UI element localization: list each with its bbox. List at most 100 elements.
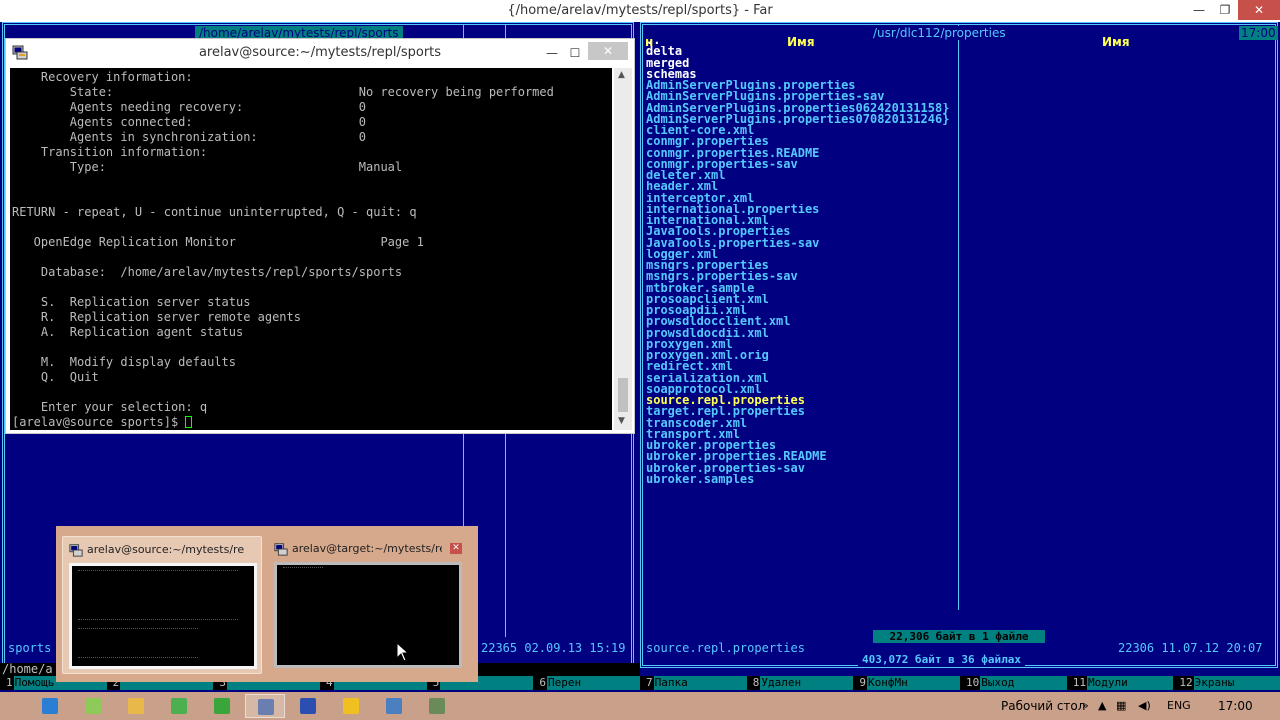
file-item[interactable]: transport.xml xyxy=(646,429,966,440)
file-item[interactable]: international.properties xyxy=(646,204,966,215)
file-item[interactable]: deleter.xml xyxy=(646,170,966,181)
maximize-button[interactable]: ❐ xyxy=(1212,0,1238,20)
terminal-line: RETURN - repeat, U - continue uninterrup… xyxy=(12,205,417,219)
file-item[interactable]: JavaTools.properties xyxy=(646,226,966,237)
file-item[interactable]: source.repl.properties xyxy=(646,395,966,406)
file-item[interactable]: target.repl.properties xyxy=(646,406,966,417)
language-indicator[interactable]: ENG xyxy=(1167,699,1191,712)
thumbnail-target[interactable]: arelav@target:~/mytests/re... ✕ xyxy=(268,536,468,674)
far-titlebar[interactable]: {/home/arelav/mytests/repl/sports} - Far… xyxy=(0,0,1280,22)
file-item[interactable]: msngrs.properties-sav xyxy=(646,271,966,282)
scroll-down-icon[interactable]: ▼ xyxy=(618,416,625,426)
putty-scrollbar[interactable]: ▲ ▼ xyxy=(614,68,632,430)
thumbnail-preview xyxy=(69,563,257,669)
file-item[interactable]: proxygen.xml xyxy=(646,339,966,350)
taskbar-green-app-button[interactable] xyxy=(202,694,242,718)
file-item[interactable]: client-core.xml xyxy=(646,125,966,136)
putty-close-button[interactable]: ✕ xyxy=(588,42,628,60)
folder-item[interactable]: delta xyxy=(646,46,966,57)
taskbar-outlook-button[interactable] xyxy=(331,694,371,718)
file-item[interactable]: conmgr.properties-sav xyxy=(646,159,966,170)
file-item[interactable]: prowsdldocdii.xml xyxy=(646,328,966,339)
fkey-9[interactable]: 9 КонфМн xyxy=(853,676,961,690)
desktop-toolbar-label[interactable]: Рабочий стол xyxy=(1001,699,1085,713)
file-item[interactable]: soapprotocol.xml xyxy=(646,384,966,395)
mouse-cursor-icon xyxy=(396,642,410,662)
fkey-label: Удален xyxy=(760,676,854,690)
tray-up-icon[interactable]: ▲ xyxy=(1098,699,1106,712)
file-item[interactable]: conmgr.properties.README xyxy=(646,148,966,159)
putty-minimize-button[interactable]: — xyxy=(541,43,563,63)
taskbar-clock[interactable]: 17:00 xyxy=(1218,699,1253,713)
taskbar-chrome-button[interactable] xyxy=(159,694,199,718)
file-item[interactable]: ubroker.properties.README xyxy=(646,451,966,462)
terminal-prompt: [arelav@source sports]$ xyxy=(12,415,186,429)
fkey-10[interactable]: 10 Выход xyxy=(960,676,1067,690)
fkey-number: 1 xyxy=(6,676,13,689)
file-item[interactable]: AdminServerPlugins.properties06242013115… xyxy=(646,103,966,114)
right-status-info: 22306 11.07.12 20:07 xyxy=(1118,641,1263,655)
file-item[interactable]: redirect.xml xyxy=(646,361,966,372)
file-item[interactable]: conmgr.properties xyxy=(646,136,966,147)
file-item[interactable]: prowsdldocclient.xml xyxy=(646,316,966,327)
close-button[interactable]: ✕ xyxy=(1238,0,1280,20)
file-item[interactable]: ubroker.samples xyxy=(646,474,966,485)
file-item[interactable]: msngrs.properties xyxy=(646,260,966,271)
file-item[interactable]: AdminServerPlugins.properties07082013124… xyxy=(646,114,966,125)
volume-icon[interactable]: ◀) xyxy=(1138,699,1151,712)
putty-maximize-button[interactable]: ☐ xyxy=(564,43,586,63)
fkey-11[interactable]: 11 Модули xyxy=(1067,676,1174,690)
file-item[interactable]: prosoapclient.xml xyxy=(646,294,966,305)
taskbar-putty-button[interactable] xyxy=(245,694,285,718)
taskbar-network-button[interactable] xyxy=(417,694,457,718)
file-item[interactable]: transcoder.xml xyxy=(646,418,966,429)
file-item[interactable]: header.xml xyxy=(646,181,966,192)
taskbar-virtualbox-button[interactable] xyxy=(374,694,414,718)
folder-item[interactable]: .. xyxy=(646,35,966,46)
file-item[interactable]: mtbroker.sample xyxy=(646,283,966,294)
preview-text-block-2 xyxy=(78,628,198,658)
taskbar-ie-button[interactable] xyxy=(30,694,70,718)
network-icon xyxy=(429,698,445,714)
thumbnail-close-icon[interactable]: ✕ xyxy=(450,543,462,554)
file-item[interactable]: international.xml xyxy=(646,215,966,226)
file-item[interactable]: logger.xml xyxy=(646,249,966,260)
file-item[interactable]: ubroker.properties-sav xyxy=(646,463,966,474)
file-item[interactable]: interceptor.xml xyxy=(646,193,966,204)
tray-expand-icon[interactable]: » xyxy=(1082,699,1089,712)
taskbar-explorer-button[interactable] xyxy=(116,694,156,718)
taskbar-thumbnail-popup: arelav@source:~/mytests/repl/s... arelav… xyxy=(56,526,478,682)
fkey-12[interactable]: 12 Экраны xyxy=(1173,676,1280,690)
file-item[interactable]: ubroker.properties xyxy=(646,440,966,451)
thumbnail-source[interactable]: arelav@source:~/mytests/repl/s... xyxy=(62,536,262,674)
file-item[interactable]: JavaTools.properties-sav xyxy=(646,238,966,249)
folder-item[interactable]: schemas xyxy=(646,69,966,80)
file-item[interactable]: AdminServerPlugins.properties xyxy=(646,80,966,91)
file-item[interactable]: proxygen.xml.orig xyxy=(646,350,966,361)
taskbar-notepad-button[interactable] xyxy=(73,694,113,718)
fkey-label: КонфМн xyxy=(867,676,961,690)
file-item[interactable]: serialization.xml xyxy=(646,373,966,384)
thumbnail-title: arelav@target:~/mytests/re... xyxy=(292,542,442,555)
fkey-7[interactable]: 7 Папка xyxy=(640,676,747,690)
minimize-button[interactable]: — xyxy=(1186,0,1212,20)
folder-item[interactable]: merged xyxy=(646,58,966,69)
fkey-number: 7 xyxy=(646,676,653,689)
fkey-8[interactable]: 8 Удален xyxy=(747,676,854,690)
taskbar-far-button[interactable] xyxy=(288,694,328,718)
terminal-line: Recovery information: xyxy=(12,70,193,84)
terminal-prompt-line: [arelav@source sports]$ xyxy=(12,415,612,430)
file-item[interactable]: AdminServerPlugins.properties-sav xyxy=(646,91,966,102)
fkey-6[interactable]: 6 Перен xyxy=(533,676,641,690)
scroll-up-icon[interactable]: ▲ xyxy=(618,70,625,80)
file-item[interactable]: prosoapdii.xml xyxy=(646,305,966,316)
scroll-thumb[interactable] xyxy=(618,378,628,412)
terminal-line: OpenEdge Replication Monitor Page 1 xyxy=(12,235,424,249)
putty-titlebar[interactable]: arelav@source:~/mytests/repl/sports — ☐ … xyxy=(6,39,634,67)
network-icon[interactable]: ▦ xyxy=(1116,699,1126,712)
terminal-output: Recovery information: State: No recovery… xyxy=(12,70,612,415)
terminal[interactable]: Recovery information: State: No recovery… xyxy=(10,68,612,430)
total-info: 403,072 байт в 36 файлах xyxy=(858,653,1025,666)
